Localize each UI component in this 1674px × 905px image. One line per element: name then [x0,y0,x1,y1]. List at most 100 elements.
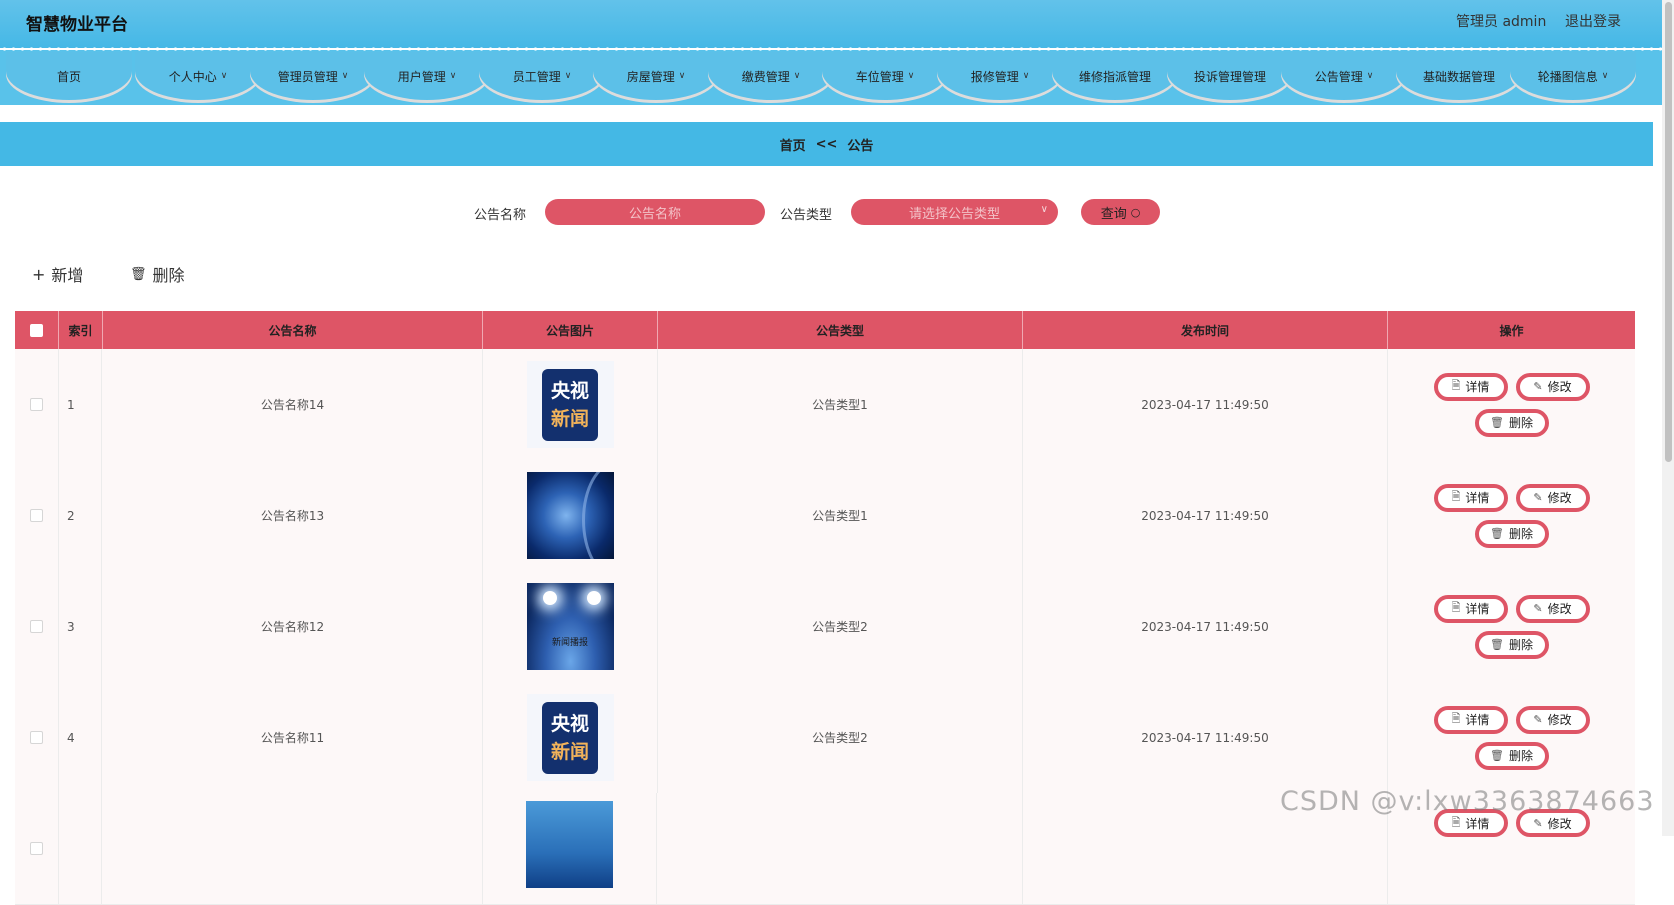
table-cell: 2023-04-17 11:49:50 [1023,682,1388,793]
stage-text: 新闻播报 [551,638,588,648]
document-icon: 🗎 [1451,490,1461,503]
nav-item-4[interactable]: 用户管理 ∨ [364,52,490,100]
table-cell: 🗎 详情 ✎ 修改 🗑 删除 [1388,460,1635,571]
row-checkbox[interactable] [30,842,43,855]
chevron-down-icon: ∨ [1366,71,1374,81]
spotlight [542,591,557,605]
chevron-down-icon: ∨ [1040,204,1048,215]
nav-item-5[interactable]: 员工管理 ∨ [479,52,605,100]
nav-item-11[interactable]: 投诉管理管理 [1167,52,1293,100]
row-actions-line1: 🗎 详情 ✎ 修改 [1433,705,1590,734]
row-checkbox[interactable] [30,620,43,633]
type-select[interactable]: 请选择公告类型 ∨ [851,199,1058,225]
table-cell: 公告类型2 [658,571,1023,682]
trash-icon: 🗑 [1490,527,1504,540]
edit-button[interactable]: ✎ 修改 [1515,372,1590,401]
nav-item-13[interactable]: 基础数据管理 [1396,52,1522,100]
table-cell: 公告名称11 [103,682,483,793]
name-search-label: 公告名称 [474,208,527,223]
trash-icon: 🗑 [1490,638,1504,651]
add-button[interactable]: + 新增 [32,262,83,286]
row-type: 公告类型1 [812,398,868,412]
main-nav: 首页 个人中心 ∨ 管理员管理 ∨ 用户管理 ∨ 员工管理 ∨ 房屋管理 ∨ 缴费管理 ∨ 车位管理 ∨ 报修… [0,50,1662,105]
scrollbar-thumb[interactable] [1665,2,1672,462]
nav-item-label: 维修指派管理 [1078,69,1151,84]
row-type: 公告类型2 [812,731,868,745]
logo-line2: 新闻 [550,740,589,763]
vertical-scrollbar[interactable] [1662,0,1674,836]
edit-button-label: 修改 [1547,602,1572,616]
chevron-down-icon: ∨ [1022,71,1030,81]
cctv-logo: 央视 新闻 [542,368,598,441]
select-all-checkbox[interactable] [30,323,43,337]
watermark: CSDN @v:lxw3363874663 [1280,786,1655,817]
nav-item-9[interactable]: 报修管理 ∨ [937,52,1063,100]
nav-item-2[interactable]: 个人中心 ∨ [135,52,261,100]
detail-button-label: 详情 [1465,816,1490,831]
logo-line2: 新闻 [550,407,589,430]
logo-line1: 央视 [550,379,589,402]
delete-row-button[interactable]: 🗑 删除 [1474,741,1549,770]
nav-item-1[interactable]: 首页 [6,52,132,100]
col-index[interactable]: 索引 [59,311,103,349]
detail-button[interactable]: 🗎 详情 [1433,705,1508,734]
edit-button-label: 修改 [1547,380,1572,394]
nav-item-6[interactable]: 房屋管理 ∨ [593,52,719,100]
plus-icon: + [32,264,46,284]
query-button[interactable]: 查询 ○ [1081,199,1160,225]
trash-icon: 🗑 [1490,416,1504,429]
row-actions-line1: 🗎 详情 ✎ 修改 [1433,483,1590,512]
col-name[interactable]: 公告名称 [103,311,483,349]
cctv-logo: 央视 新闻 [542,701,598,774]
row-time: 2023-04-17 11:49:50 [1141,730,1269,745]
detail-button-label: 详情 [1465,380,1490,394]
table-header: 索引 公告名称 公告图片 公告类型 发布时间 操作 [15,311,1635,349]
chevron-down-icon: ∨ [1601,71,1609,81]
nav-item-14[interactable]: 轮播图信息 ∨ [1510,52,1636,100]
row-checkbox[interactable] [30,509,43,522]
delete-row-button[interactable]: 🗑 删除 [1474,519,1549,548]
detail-button[interactable]: 🗎 详情 [1433,483,1508,512]
detail-button[interactable]: 🗎 详情 [1433,594,1508,623]
chevron-down-icon: ∨ [449,71,457,81]
query-button-label: 查询 [1100,206,1127,222]
table-cell: 🗎 详情 ✎ 修改 🗑 删除 [1388,349,1635,460]
app-title: 智慧物业平台 [26,15,128,35]
chevron-down-icon: ∨ [564,71,572,81]
edit-button[interactable]: ✎ 修改 [1515,483,1590,512]
row-actions-line1: 🗎 详情 ✎ 修改 [1433,594,1590,623]
delete-row-button[interactable]: 🗑 删除 [1474,408,1549,437]
row-name: 公告名称11 [260,731,325,745]
pencil-icon: ✎ [1533,713,1543,726]
col-time[interactable]: 发布时间 [1023,311,1388,349]
nav-item-3[interactable]: 管理员管理 ∨ [250,52,376,100]
table-cell: 公告名称13 [103,460,483,571]
table-cell: 公告名称12 [103,571,483,682]
table-cell: 1 [59,349,102,460]
edit-button[interactable]: ✎ 修改 [1515,594,1590,623]
table-cell [59,793,102,904]
pencil-icon: ✎ [1533,491,1543,504]
nav-item-7[interactable]: 缴费管理 ∨ [708,52,834,100]
nav-item-8[interactable]: 车位管理 ∨ [822,52,948,100]
table-row: 2 公告名称13 公告类型1 2023-04-17 11:49:50 🗎 详情 ✎ 修改 🗑 删除 [15,460,1635,572]
name-search-input[interactable]: 公告名称 [545,199,765,225]
edit-button[interactable]: ✎ 修改 [1515,705,1590,734]
detail-button[interactable]: 🗎 详情 [1433,372,1508,401]
row-checkbox[interactable] [30,398,43,411]
row-checkbox[interactable] [30,731,43,744]
edit-button-label: 修改 [1547,491,1572,505]
col-type[interactable]: 公告类型 [658,311,1023,349]
nav-item-10[interactable]: 维修指派管理 [1052,52,1178,100]
pencil-icon: ✎ [1533,816,1543,830]
row-name: 公告名称14 [260,398,325,412]
logout-link[interactable]: 退出登录 [1565,11,1621,31]
breadcrumb-home[interactable]: 首页 [780,135,806,154]
delete-row-button-label: 删除 [1508,527,1533,541]
delete-row-button[interactable]: 🗑 删除 [1474,630,1549,659]
row-name: 公告名称12 [260,620,325,634]
globe-ring [581,472,614,559]
nav-item-12[interactable]: 公告管理 ∨ [1281,52,1407,100]
detail-button-label: 详情 [1465,602,1490,616]
bulk-delete-button[interactable]: 🗑 删除 [130,262,185,286]
